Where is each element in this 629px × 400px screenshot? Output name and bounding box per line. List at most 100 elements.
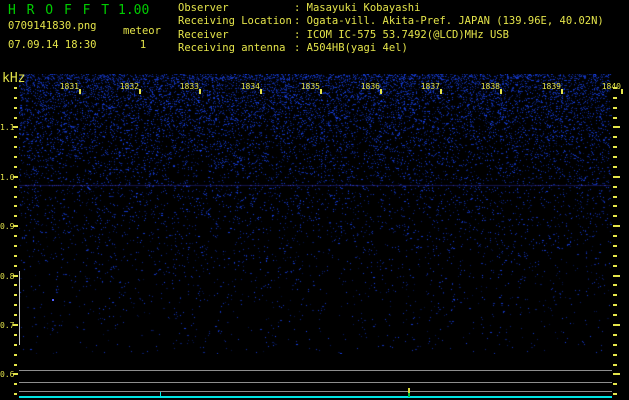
freq-major-tick (613, 373, 620, 375)
freq-minor-tick (613, 196, 617, 198)
freq-minor-tick (613, 383, 617, 385)
station-row-value: : Masayuki Kobayashi (294, 2, 421, 14)
freq-minor-tick (613, 146, 617, 148)
freq-minor-tick (613, 205, 617, 207)
freq-tick-label: 1.1 (0, 123, 15, 132)
time-tick-label: 1837 (420, 82, 440, 91)
freq-minor-tick (613, 156, 617, 158)
station-row-label: Receiving Location (178, 15, 292, 28)
time-tick (380, 89, 382, 94)
freq-minor-tick (14, 294, 17, 296)
freq-minor-tick (613, 344, 617, 346)
freq-minor-tick (14, 196, 17, 198)
freq-minor-tick (14, 146, 17, 148)
freq-minor-tick (14, 344, 17, 346)
app-title: H R O F F T (8, 3, 111, 18)
hrofft-output-screen: H R O F F T 1.00 0709141830.png meteor 0… (0, 0, 629, 400)
app-version: 1.00 (118, 3, 150, 18)
station-row-value: : A504HB(yagi 4el) (294, 42, 408, 55)
level-gridline (19, 370, 612, 371)
time-tick (260, 89, 262, 94)
mode-label: meteor (123, 25, 161, 37)
meteor-echo-dot (52, 299, 54, 301)
freq-minor-tick (14, 87, 17, 89)
time-tick (139, 89, 141, 94)
station-row: Receiving Location: Ogata-vill. Akita-Pr… (178, 15, 604, 28)
freq-minor-tick (613, 255, 617, 257)
freq-minor-tick (613, 117, 617, 119)
time-tick (320, 89, 322, 94)
timestamp-label: 07.09.14 18:30 (8, 39, 97, 51)
freq-minor-tick (14, 354, 17, 356)
freq-minor-tick (14, 304, 17, 306)
freq-major-tick (13, 225, 18, 227)
freq-minor-tick (14, 334, 17, 336)
freq-major-tick (13, 373, 18, 375)
freq-minor-tick (14, 97, 17, 99)
level-spike-small (160, 392, 161, 397)
freq-minor-tick (14, 117, 17, 119)
meteor-count: 1 (139, 39, 147, 51)
freq-minor-tick (613, 265, 617, 267)
freq-minor-tick (613, 87, 617, 89)
freq-minor-tick (613, 393, 617, 395)
output-filename: 0709141830.png (8, 20, 97, 32)
level-spike-large-bottom (408, 393, 410, 397)
freq-tick-label: 0.7 (0, 321, 15, 330)
time-tick (621, 89, 623, 94)
freq-unit-label: kHz (2, 71, 26, 86)
freq-minor-tick (613, 314, 617, 316)
station-row-value: : Ogata-vill. Akita-Pref. JAPAN (139.96E… (294, 15, 604, 28)
freq-minor-tick (613, 186, 617, 188)
level-gridline (19, 391, 612, 392)
freq-minor-tick (613, 294, 617, 296)
freq-minor-tick (14, 235, 17, 237)
freq-minor-tick (613, 107, 617, 109)
time-tick (440, 89, 442, 94)
station-info-block: Observer : Masayuki Kobayashi Receiving Lo… (178, 2, 604, 56)
freq-minor-tick (14, 255, 17, 257)
spectrogram-canvas (19, 74, 612, 354)
time-tick (561, 89, 563, 94)
freq-minor-tick (14, 314, 17, 316)
freq-minor-tick (14, 156, 17, 158)
freq-minor-tick (613, 235, 617, 237)
freq-minor-tick (14, 265, 17, 267)
freq-minor-tick (14, 107, 17, 109)
time-tick-label: 1838 (480, 82, 500, 91)
freq-minor-tick (613, 354, 617, 356)
freq-major-tick (613, 225, 620, 227)
time-tick-label: 1835 (300, 82, 320, 91)
freq-major-tick (13, 176, 18, 178)
time-tick (79, 89, 81, 94)
station-row: Observer : Masayuki Kobayashi (178, 2, 604, 15)
station-row-label: Receiving antenna (178, 42, 286, 55)
freq-range-marker-bar (19, 271, 20, 345)
time-tick-label: 1831 (59, 82, 79, 91)
freq-major-tick (613, 275, 620, 277)
freq-minor-tick (14, 393, 17, 395)
time-tick-label: 1833 (179, 82, 199, 91)
freq-major-tick (13, 324, 18, 326)
station-row: Receiver: ICOM IC-575 53.7492(@LCD)MHz U… (178, 29, 604, 42)
station-row-label: Observer (178, 2, 229, 14)
station-row: Receiving antenna : A504HB(yagi 4el) (178, 42, 604, 55)
freq-minor-tick (613, 166, 617, 168)
freq-minor-tick (613, 364, 617, 366)
freq-minor-tick (613, 245, 617, 247)
freq-minor-tick (14, 136, 17, 138)
station-row-value: : ICOM IC-575 53.7492(@LCD)MHz USB (294, 28, 509, 41)
freq-minor-tick (613, 304, 617, 306)
freq-tick-label: 0.6 (0, 370, 15, 379)
level-gridline (19, 382, 612, 383)
freq-tick-label: 0.8 (0, 272, 15, 281)
freq-major-tick (613, 324, 620, 326)
freq-minor-tick (14, 383, 17, 385)
freq-major-tick (13, 275, 18, 277)
freq-minor-tick (613, 215, 617, 217)
freq-minor-tick (14, 186, 17, 188)
time-tick (500, 89, 502, 94)
freq-minor-tick (14, 284, 17, 286)
freq-minor-tick (613, 284, 617, 286)
freq-minor-tick (613, 97, 617, 99)
